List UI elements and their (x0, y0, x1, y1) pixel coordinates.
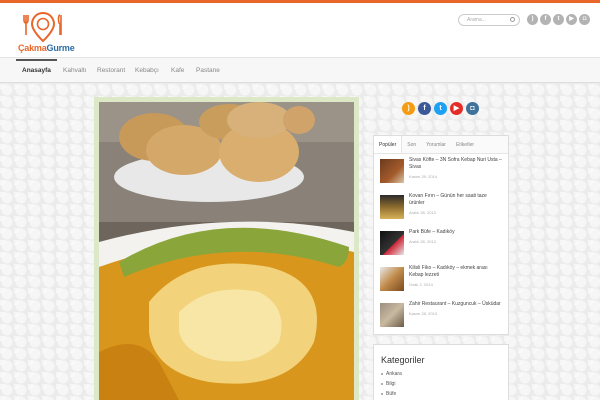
nav-item-kafe[interactable]: Kafe (171, 58, 184, 83)
post-thumbnail[interactable] (380, 159, 404, 183)
youtube-icon[interactable]: ▶ (450, 102, 463, 115)
post-thumbnail[interactable] (380, 267, 404, 291)
list-item[interactable]: Park Büfe – Kadıköy Aralık 28, 2013 (380, 229, 502, 264)
site-header: ÇakmaGurme Arama... ) f t ▶ ◘ (0, 3, 600, 57)
post-title[interactable]: Kovan Fırın – Günün her saati taze ürünl… (409, 193, 502, 207)
food-photo (99, 102, 354, 400)
category-ankara[interactable]: Ankara (381, 369, 501, 379)
list-item[interactable]: Kilisli Fiko – Kadıköy – ekmek arası Keb… (380, 265, 502, 300)
post-date: Ocak 2, 2014 (409, 282, 433, 287)
list-item[interactable]: Kovan Fırın – Günün her saati taze ürünl… (380, 193, 502, 228)
post-title[interactable]: Kilisli Fiko – Kadıköy – ekmek arası Keb… (409, 265, 502, 279)
main-nav: Anasayfa Kahvaltı Restorant Kebabçı Kafe… (0, 57, 600, 83)
rss-icon[interactable]: ) (402, 102, 415, 115)
header-social-links: ) f t ▶ ◘ (527, 14, 590, 25)
instagram-icon[interactable]: ◘ (466, 102, 479, 115)
logo-icon (23, 11, 62, 43)
categories-widget: Kategoriler Ankara Bilgi Büfe (373, 344, 509, 400)
popular-posts-list: Sivas Köfte – 3N Sofra Kebap Nuri Usta –… (374, 154, 508, 340)
facebook-icon[interactable]: f (418, 102, 431, 115)
widget-tabs: Popüler Son Yorumlar Etiketler (374, 136, 508, 154)
nav-item-kahvalti[interactable]: Kahvaltı (63, 58, 87, 83)
post-date: Kasım 29, 2014 (409, 174, 438, 179)
search-placeholder: Arama... (467, 17, 486, 23)
instagram-icon[interactable]: ◘ (579, 14, 590, 25)
category-bufe[interactable]: Büfe (381, 389, 501, 399)
search-icon[interactable] (510, 17, 515, 22)
sidebar-social-links: ) f t ▶ ◘ (402, 102, 479, 115)
youtube-icon[interactable]: ▶ (566, 14, 577, 25)
rss-icon[interactable]: ) (527, 14, 538, 25)
post-date: Aralık 28, 2013 (409, 239, 436, 244)
tab-etiketler[interactable]: Etiketler (451, 136, 479, 153)
nav-item-kebapci[interactable]: Kebabçı (135, 58, 159, 83)
tab-populer[interactable]: Popüler (374, 136, 403, 153)
featured-post-image[interactable] (94, 97, 359, 400)
search-input[interactable]: Arama... (458, 14, 520, 26)
nav-item-pastane[interactable]: Pastane (196, 58, 220, 83)
post-date: Kasım 28, 2013 (409, 311, 438, 316)
tab-son[interactable]: Son (402, 136, 421, 153)
facebook-icon[interactable]: f (540, 14, 551, 25)
site-logo[interactable]: ÇakmaGurme (18, 9, 78, 53)
post-thumbnail[interactable] (380, 303, 404, 327)
nav-item-anasayfa[interactable]: Anasayfa (16, 58, 57, 83)
post-thumbnail[interactable] (380, 195, 404, 219)
nav-item-restorant[interactable]: Restorant (97, 58, 125, 83)
post-title[interactable]: Sivas Köfte – 3N Sofra Kebap Nuri Usta –… (409, 157, 502, 171)
post-date: Aralık 28, 2013 (409, 210, 436, 215)
post-title[interactable]: Park Büfe – Kadıköy (409, 229, 455, 236)
categories-title: Kategoriler (381, 355, 425, 365)
post-thumbnail[interactable] (380, 231, 404, 255)
twitter-icon[interactable]: t (434, 102, 447, 115)
category-bilgi[interactable]: Bilgi (381, 379, 501, 389)
post-title[interactable]: Zahir Restaurant – Kuzguncuk – Üsküdar (409, 301, 501, 308)
tabs-widget: Popüler Son Yorumlar Etiketler Sivas Köf… (373, 135, 509, 335)
list-item[interactable]: Zahir Restaurant – Kuzguncuk – Üsküdar Ka… (380, 301, 502, 336)
twitter-icon[interactable]: t (553, 14, 564, 25)
tab-yorumlar[interactable]: Yorumlar (421, 136, 451, 153)
brand-name: ÇakmaGurme (18, 43, 75, 53)
list-item[interactable]: Sivas Köfte – 3N Sofra Kebap Nuri Usta –… (380, 157, 502, 192)
